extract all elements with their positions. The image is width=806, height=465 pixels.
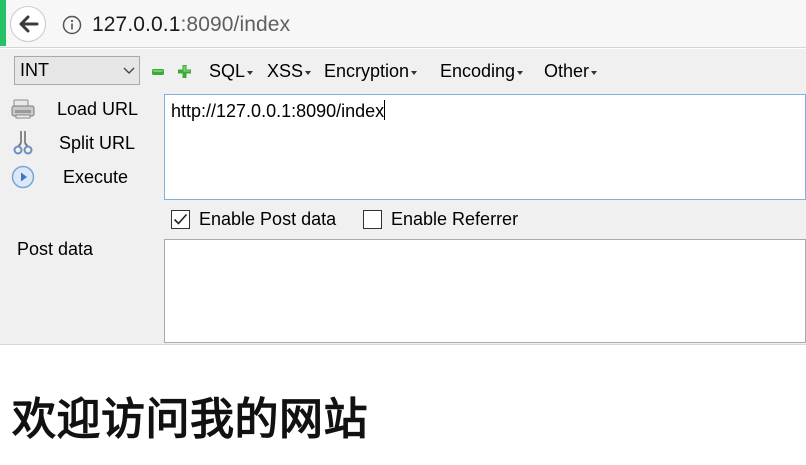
enable-post-checkbox[interactable]: Enable Post data — [171, 208, 336, 230]
sql-menu[interactable]: SQL — [209, 61, 254, 82]
caret-down-icon — [305, 70, 312, 75]
post-data-label: Post data — [17, 239, 94, 259]
chevron-down-icon — [119, 57, 139, 84]
encoding-menu[interactable]: Encoding — [440, 61, 524, 82]
back-button[interactable] — [10, 6, 46, 42]
caret-down-icon — [411, 70, 418, 75]
execute-label: Execute — [63, 166, 129, 187]
encoding-menu-label: Encoding — [440, 61, 516, 81]
url-host: 127.0.0.1 — [92, 12, 181, 36]
post-data-textarea[interactable] — [164, 239, 806, 343]
checkbox-unchecked-icon — [363, 209, 382, 229]
sql-menu-label: SQL — [209, 61, 246, 81]
execute-button[interactable]: Execute — [10, 162, 150, 192]
play-icon — [10, 164, 36, 190]
url-textarea-value: http://127.0.0.1:8090/index — [171, 101, 385, 121]
tab-accent-strip — [0, 0, 6, 46]
url-path: :8090/index — [180, 12, 291, 36]
caret-down-icon — [517, 70, 524, 75]
encoding-type-select[interactable]: INT — [14, 56, 140, 85]
xss-menu[interactable]: XSS — [267, 61, 312, 82]
load-url-label: Load URL — [57, 98, 139, 119]
caret-down-icon — [247, 70, 254, 75]
enable-post-label: Enable Post data — [199, 208, 337, 229]
load-url-icon — [10, 96, 36, 122]
plus-icon[interactable] — [178, 65, 191, 78]
encryption-menu-label: Encryption — [324, 61, 410, 81]
checkbox-checked-icon — [171, 209, 190, 229]
url-textarea[interactable]: http://127.0.0.1:8090/index — [164, 94, 806, 200]
scissors-icon — [10, 130, 36, 156]
browser-toolbar: 127.0.0.1:8090/index — [0, 0, 806, 48]
split-url-label: Split URL — [59, 132, 136, 153]
panel-divider — [0, 345, 806, 347]
hackbar-panel: INT SQL XSS Encryption Encoding Other Lo… — [0, 49, 806, 345]
page-heading: 欢迎访问我的网站 — [12, 394, 368, 445]
back-arrow-icon — [19, 15, 39, 33]
split-url-button[interactable]: Split URL — [10, 128, 150, 158]
encryption-menu[interactable]: Encryption — [324, 61, 418, 82]
minus-icon[interactable] — [152, 68, 164, 76]
load-url-button[interactable]: Load URL — [10, 94, 150, 124]
enable-referrer-checkbox[interactable]: Enable Referrer — [363, 208, 518, 230]
address-bar[interactable]: 127.0.0.1:8090/index — [56, 8, 801, 41]
encoding-type-value: INT — [20, 60, 49, 80]
text-cursor — [384, 100, 386, 120]
other-menu[interactable]: Other — [544, 61, 598, 82]
info-icon[interactable] — [62, 15, 82, 35]
xss-menu-label: XSS — [267, 61, 304, 81]
url-text[interactable]: 127.0.0.1:8090/index — [92, 13, 290, 37]
other-menu-label: Other — [544, 61, 590, 81]
caret-down-icon — [591, 70, 598, 75]
enable-referrer-label: Enable Referrer — [391, 208, 519, 229]
